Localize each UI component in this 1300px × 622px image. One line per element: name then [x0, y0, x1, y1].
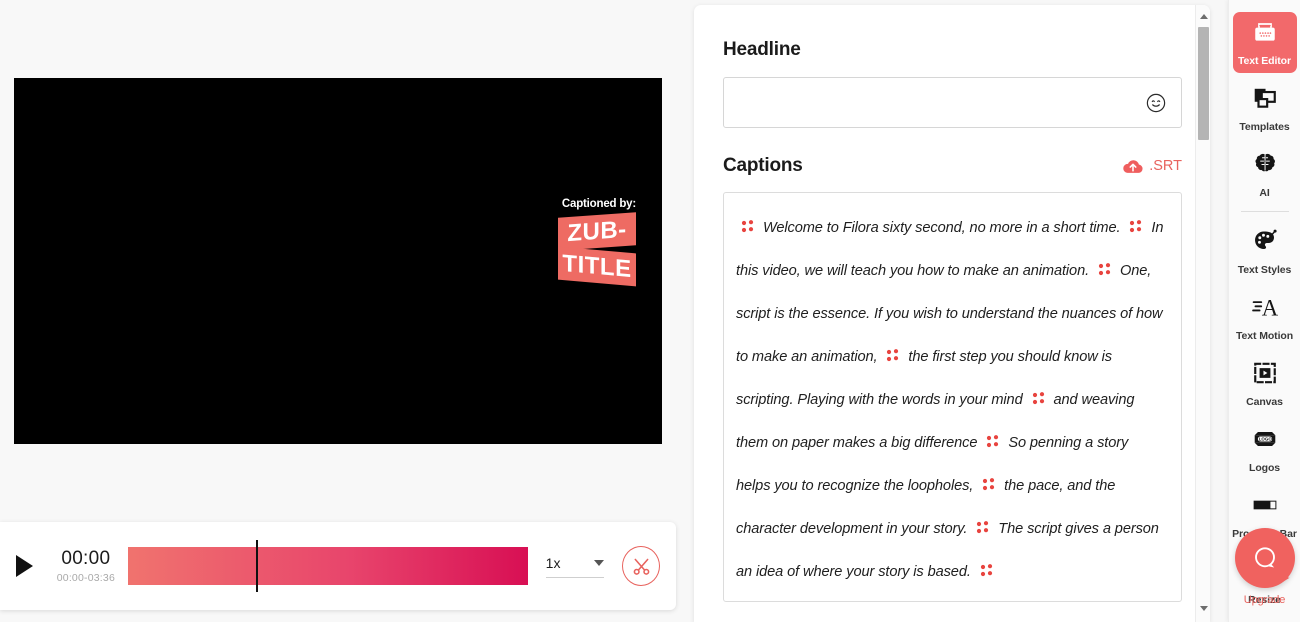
caption-segment[interactable]: Welcome to Filora sixty second, no more …	[759, 220, 1124, 236]
editor-panel: Headline Captions .SRT Welcome to Filora…	[694, 5, 1210, 622]
caption-segment-handle[interactable]	[886, 337, 899, 362]
panel-scrollbar[interactable]	[1195, 5, 1210, 622]
svg-text:LOGO: LOGO	[1258, 437, 1272, 442]
sidebar-item-label: Text Editor	[1238, 55, 1291, 67]
headline-section-title: Headline	[723, 39, 801, 60]
captions-editor-box[interactable]: Welcome to Filora sixty second, no more …	[723, 192, 1182, 602]
headline-field[interactable]	[723, 77, 1182, 128]
editor-content: Headline Captions .SRT Welcome to Filora…	[694, 5, 1210, 602]
current-time: 00:00	[61, 548, 111, 569]
sidebar-item-label: Logos	[1249, 462, 1280, 474]
sidebar-item-logos[interactable]: LOGO Logos	[1233, 419, 1297, 480]
smiley-icon	[1146, 93, 1166, 112]
svg-text:A: A	[1261, 296, 1277, 320]
timeline-track[interactable]	[127, 547, 528, 585]
captions-section-title: Captions	[723, 155, 803, 176]
headline-input[interactable]	[738, 94, 1145, 111]
panel-scroll-thumb[interactable]	[1198, 27, 1209, 140]
emoji-picker-button[interactable]	[1145, 92, 1167, 114]
watermark-band-top: ZUB-	[558, 212, 636, 251]
cloud-upload-icon	[1123, 159, 1143, 173]
sidebar-item-label: Canvas	[1246, 396, 1283, 408]
sidebar-item-label: Text Motion	[1235, 330, 1294, 342]
text-motion-icon: A	[1251, 294, 1278, 325]
text-editor-icon	[1252, 19, 1278, 50]
video-canvas[interactable]: Captioned by: ZUB- TITLE	[14, 78, 662, 444]
logo-icon: LOGO	[1252, 426, 1278, 457]
sidebar-item-text-editor[interactable]: Text Editor	[1232, 12, 1297, 73]
sidebar-item-label: Text Styles	[1237, 264, 1292, 276]
chevron-up-icon	[1199, 14, 1208, 19]
chat-bubble-icon	[1254, 547, 1275, 568]
split-clip-button[interactable]	[622, 546, 661, 586]
zubtitle-editor-app: Captioned by: ZUB- TITLE 00:00 00:00-03:…	[0, 0, 1300, 622]
time-display: 00:00 00:00-03:36	[49, 548, 123, 584]
watermark-band-bottom: TITLE	[558, 246, 636, 287]
caption-segment-handle[interactable]	[1129, 208, 1142, 233]
playback-speed-value: 1x	[545, 554, 561, 571]
sidebar-item-ai[interactable]: AI	[1233, 144, 1297, 205]
srt-label: .SRT	[1149, 158, 1182, 174]
player-bar: 00:00 00:00-03:36 1x	[0, 522, 676, 610]
watermark-caption: Captioned by:	[561, 198, 636, 210]
palette-icon	[1252, 228, 1278, 259]
help-beacon-button[interactable]	[1234, 528, 1295, 588]
captions-text[interactable]: Welcome to Filora sixty second, no more …	[736, 207, 1164, 594]
caption-segment-handle[interactable]	[982, 466, 995, 491]
canvas-icon	[1252, 360, 1278, 391]
sidebar-item-templates[interactable]: Templates	[1233, 78, 1297, 139]
sidebar-item-label: Templates	[1239, 121, 1290, 133]
sidebar-item-text-styles[interactable]: Text Styles	[1233, 221, 1297, 282]
sidebar-item-label: AI	[1259, 187, 1270, 199]
watermark: Captioned by: ZUB- TITLE	[558, 198, 636, 287]
scroll-down-button[interactable]	[1196, 601, 1210, 616]
tool-sidebar: Text Editor Templates AI Text Styles A Text M…	[1228, 0, 1300, 622]
playhead[interactable]	[255, 540, 258, 592]
scroll-up-button[interactable]	[1196, 9, 1210, 24]
scissors-icon	[633, 558, 649, 575]
caption-segment-handle[interactable]	[986, 423, 999, 448]
sidebar-divider	[1240, 211, 1289, 212]
brain-icon	[1252, 151, 1278, 182]
caption-segment-handle[interactable]	[980, 552, 993, 577]
upgrade-label[interactable]: Upgrade	[1229, 594, 1300, 606]
beacon-tail	[1276, 576, 1290, 587]
caption-segment-handle[interactable]	[1032, 380, 1045, 405]
captions-header: Captions .SRT	[723, 155, 1182, 177]
video-preview-pane: Captioned by: ZUB- TITLE 00:00 00:00-03:…	[0, 0, 690, 622]
play-icon	[16, 555, 34, 577]
sidebar-item-text-motion[interactable]: A Text Motion	[1233, 287, 1297, 348]
progress-bar-icon	[1252, 492, 1278, 523]
play-button[interactable]	[0, 555, 49, 577]
timeline[interactable]	[123, 522, 528, 610]
playback-speed-select[interactable]: 1x	[545, 554, 605, 578]
caption-segment-handle[interactable]	[976, 509, 989, 534]
caption-segment-handle[interactable]	[1098, 251, 1111, 276]
sidebar-item-canvas[interactable]: Canvas	[1233, 353, 1297, 414]
time-range: 00:00-03:36	[56, 572, 115, 584]
caption-segment-handle[interactable]	[741, 208, 754, 233]
srt-upload-button[interactable]: .SRT	[1122, 158, 1182, 175]
templates-icon	[1252, 85, 1278, 116]
chevron-down-icon	[594, 559, 605, 566]
chevron-down-icon	[1199, 606, 1208, 611]
